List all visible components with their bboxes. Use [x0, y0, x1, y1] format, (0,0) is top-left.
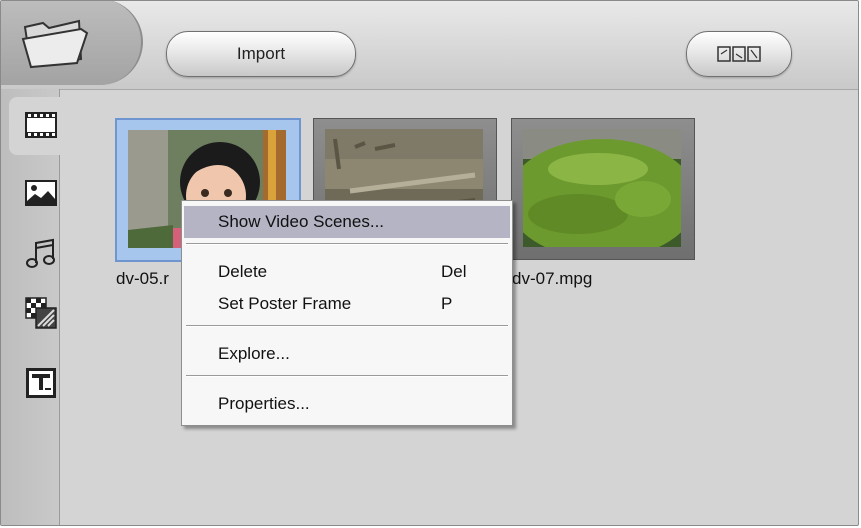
- menu-item-set-poster-frame[interactable]: Set Poster Frame P: [184, 288, 510, 320]
- import-button-label: Import: [236, 44, 286, 63]
- menu-separator: [186, 325, 508, 327]
- folder-icon: [21, 19, 89, 69]
- music-note-icon[interactable]: [25, 237, 57, 269]
- media-type-sidebar: [1, 89, 61, 525]
- menu-item-explore[interactable]: Explore...: [184, 338, 510, 370]
- menu-item-label: Set Poster Frame: [218, 294, 352, 313]
- menu-item-shortcut: Del: [441, 262, 467, 281]
- menu-item-label: Explore...: [218, 344, 290, 363]
- title-text-icon[interactable]: [25, 367, 57, 399]
- menu-separator: [186, 243, 508, 245]
- menu-item-shortcut: P: [441, 294, 453, 313]
- menu-item-properties[interactable]: Properties...: [184, 388, 510, 420]
- landscape-image-icon[interactable]: [25, 177, 57, 209]
- folder-tab[interactable]: [1, 1, 143, 85]
- media-label: dv-07.mpg: [512, 269, 593, 288]
- film-strip-icon[interactable]: [25, 109, 57, 141]
- menu-item-label: Properties...: [218, 394, 310, 413]
- menu-separator: [186, 375, 508, 377]
- transition-checker-icon[interactable]: [25, 297, 57, 329]
- media-thumbnail-dv-07[interactable]: [511, 118, 695, 260]
- menu-item-delete[interactable]: Delete Del: [184, 256, 510, 288]
- menu-item-show-video-scenes[interactable]: Show Video Scenes...: [184, 206, 510, 238]
- menu-item-label: Show Video Scenes...: [218, 212, 385, 231]
- media-library-window: Import dv-05.r dv-07.mpg Show Video Scen…: [0, 0, 859, 526]
- capture-button[interactable]: [686, 31, 792, 77]
- menu-item-label: Delete: [218, 262, 268, 281]
- video-thumbnail-hedge: [523, 129, 681, 247]
- toolbar: Import: [1, 1, 858, 90]
- media-label: dv-05.r: [116, 269, 169, 288]
- import-button[interactable]: Import: [166, 31, 356, 77]
- capture-icon: [717, 46, 761, 62]
- context-menu: Show Video Scenes... Delete Del Set Post…: [181, 200, 513, 426]
